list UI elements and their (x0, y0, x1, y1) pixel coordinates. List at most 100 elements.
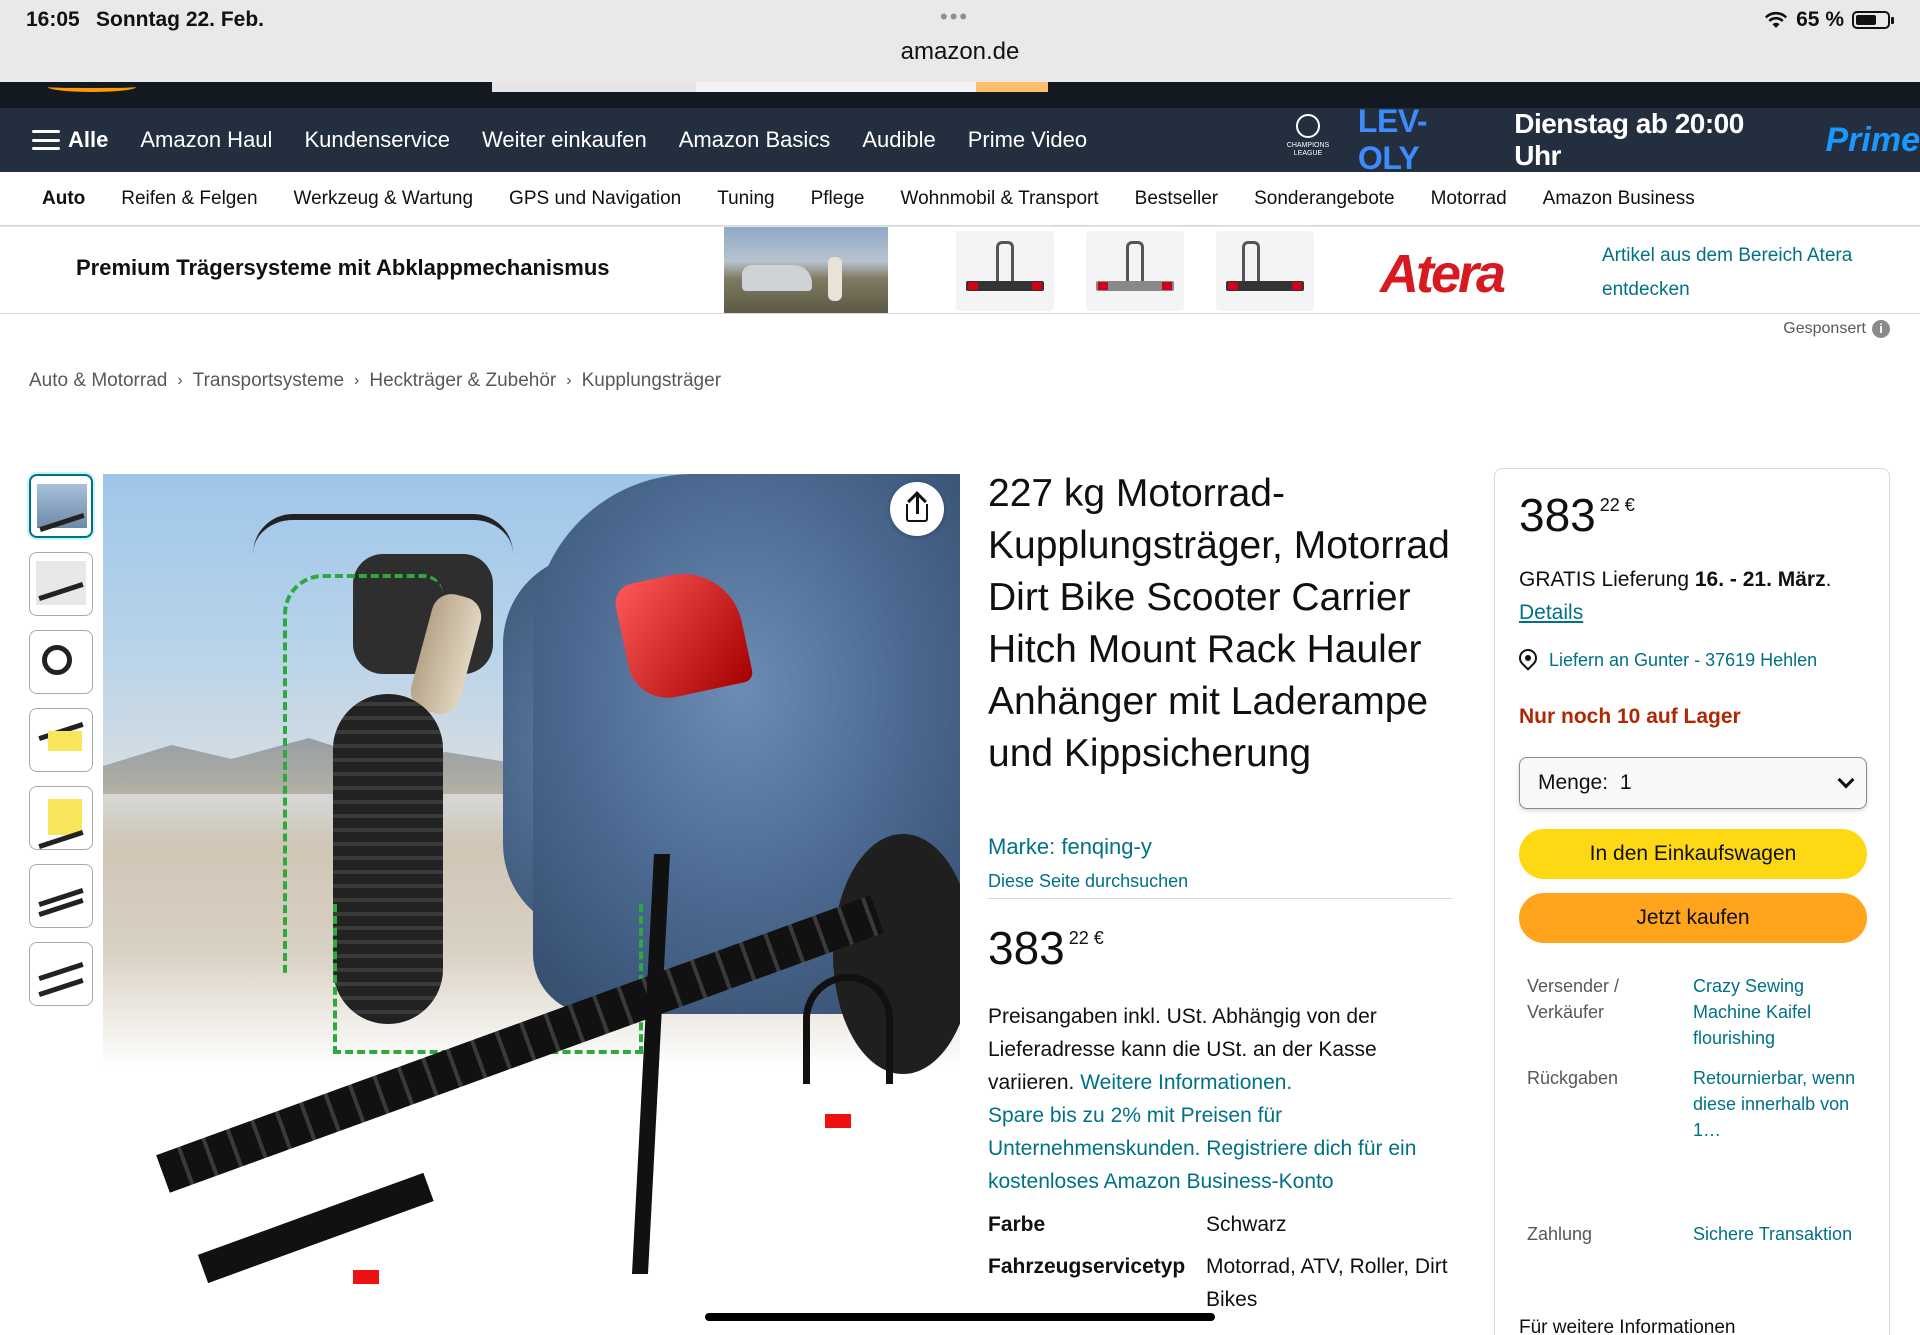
breadcrumb-item[interactable]: Kupplungsträger (582, 370, 721, 392)
hamburger-icon (32, 130, 60, 150)
subnav-item-motorrad[interactable]: Motorrad (1413, 188, 1525, 210)
location-text: Liefern an Gunter - 37619 Hehlen (1549, 649, 1818, 670)
promo-match: LEV-OLY (1357, 103, 1428, 176)
sponsored-label[interactable]: Gesponsert i (1783, 320, 1890, 338)
nav-item-amazon-basics[interactable]: Amazon Basics (663, 127, 847, 153)
delivery-info: GRATIS Lieferung 16. - 21. März. Details (1519, 563, 1879, 629)
search-button[interactable] (976, 82, 1048, 92)
status-indicators: 65 % (1764, 8, 1894, 32)
delivery-suffix: . (1825, 568, 1832, 591)
info-icon[interactable]: i (1872, 320, 1890, 338)
date: Sonntag 22. Feb. (96, 8, 265, 31)
nav-item-amazon-haul[interactable]: Amazon Haul (124, 127, 288, 153)
banner-product-image-3[interactable] (1216, 231, 1314, 311)
delivery-details-link[interactable]: Details (1519, 601, 1583, 624)
banner-product-image-2[interactable] (1086, 231, 1184, 311)
payment-link[interactable]: Sichere Transaktion (1693, 1221, 1863, 1247)
prime-logo: Prime (1825, 120, 1920, 159)
info-key: Zahlung (1527, 1224, 1593, 1244)
breadcrumb-item[interactable]: Transportsysteme (193, 370, 344, 392)
tax-more-link[interactable]: Weitere Informationen. (1080, 1071, 1292, 1094)
price-fraction: 22 € (1599, 495, 1635, 515)
amazon-logo[interactable] (48, 82, 136, 92)
buybox-price: 383 22 € (1519, 489, 1635, 541)
product-thumbnail-7[interactable] (29, 942, 93, 1006)
subnav-item-bestseller[interactable]: Bestseller (1117, 188, 1236, 210)
buy-now-button[interactable]: Jetzt kaufen (1519, 893, 1867, 943)
subnav-item-wohnmobil[interactable]: Wohnmobil & Transport (882, 188, 1116, 210)
search-bar[interactable] (492, 82, 1048, 92)
nav-item-kundenservice[interactable]: Kundenservice (288, 127, 466, 153)
nav-item-prime-video[interactable]: Prime Video (952, 127, 1103, 153)
spec-value: Motorrad, ATV, Roller, Dirt Bikes (1206, 1255, 1448, 1311)
browser-status-bar: 16:05 Sonntag 22. Feb. ••• amazon.de 65 … (0, 0, 1920, 82)
banner-product-image-1[interactable] (956, 231, 1054, 311)
prime-promo[interactable]: CHAMPIONS LEAGUE LEV-OLY Dienstag ab 20:… (1276, 103, 1920, 176)
all-menu-label: Alle (68, 127, 109, 152)
delivery-prefix: GRATIS Lieferung (1519, 568, 1690, 591)
product-thumbnail-1[interactable] (29, 474, 93, 538)
banner-brand-link[interactable]: Artikel aus dem Bereich Atera entdecken (1602, 239, 1872, 307)
subnav-item-gps[interactable]: GPS und Navigation (491, 188, 699, 210)
product-thumbnail-4[interactable] (29, 708, 93, 772)
subnav-item-auto[interactable]: Auto (24, 188, 103, 210)
all-menu-button[interactable]: Alle (0, 127, 124, 153)
buy-box: 383 22 € GRATIS Lieferung 16. - 21. März… (1494, 468, 1890, 1335)
more-info-text: Für weitere Informationen (1519, 1317, 1736, 1335)
spec-key: Farbe (988, 1213, 1046, 1236)
wifi-icon (1765, 11, 1788, 28)
subnav-item-tuning[interactable]: Tuning (699, 188, 792, 210)
subnav-item-amazon-business[interactable]: Amazon Business (1525, 188, 1713, 210)
more-dots-icon[interactable]: ••• (940, 4, 969, 30)
quantity-value: 1 (1619, 771, 1632, 794)
location-pin-icon (1515, 645, 1541, 671)
spec-row: Farbe Schwarz (988, 1208, 1456, 1241)
address-bar[interactable]: amazon.de (0, 38, 1920, 66)
product-title: 227 kg Motorrad-Kupplungsträger, Motorra… (988, 472, 1450, 775)
category-subnav: Auto Reifen & Felgen Werkzeug & Wartung … (0, 172, 1920, 226)
breadcrumb-item[interactable]: Heckträger & Zubehör (369, 370, 556, 392)
nav-item-weiter-einkaufen[interactable]: Weiter einkaufen (466, 127, 663, 153)
store-search-link[interactable]: Diese Seite durchsuchen (988, 871, 1188, 892)
subnav-item-sonderangebote[interactable]: Sonderangebote (1236, 188, 1413, 210)
delivery-location-link[interactable]: Liefern an Gunter - 37619 Hehlen (1515, 645, 1818, 671)
subnav-item-werkzeug[interactable]: Werkzeug & Wartung (276, 188, 492, 210)
business-link[interactable]: Spare bis zu 2% mit Preisen für Unterneh… (988, 1104, 1416, 1193)
banner-lifestyle-image[interactable] (724, 227, 888, 313)
home-indicator[interactable] (705, 1313, 1215, 1321)
subnav-item-reifen[interactable]: Reifen & Felgen (103, 188, 275, 210)
tax-info: Preisangaben inkl. USt. Abhängig von der… (988, 1000, 1458, 1198)
delivery-date: 16. - 21. März (1694, 568, 1826, 591)
battery-icon (1852, 11, 1894, 29)
spec-row: Fahrzeugservicetyp Motorrad, ATV, Roller… (988, 1250, 1456, 1316)
banner-title[interactable]: Premium Trägersysteme mit Abklappmechani… (76, 255, 610, 281)
champions-league-logo: CHAMPIONS LEAGUE (1276, 112, 1340, 168)
returns-info-row: Rückgaben Retournierbar, wenn diese inne… (1527, 1065, 1863, 1143)
product-thumbnail-2[interactable] (29, 552, 93, 616)
nav-item-audible[interactable]: Audible (846, 127, 951, 153)
product-main-image[interactable] (103, 474, 960, 1334)
product-thumbnail-5[interactable] (29, 786, 93, 850)
info-key: Rückgaben (1527, 1068, 1619, 1088)
seller-link[interactable]: Crazy Sewing Machine Kaifel flourishing (1693, 973, 1863, 1051)
sponsored-banner[interactable]: Premium Trägersysteme mit Abklappmechani… (0, 226, 1920, 314)
subnav-item-pflege[interactable]: Pflege (793, 188, 883, 210)
brand-link[interactable]: Marke: fenqing-y (988, 834, 1152, 860)
atera-logo[interactable]: Atera (1380, 243, 1506, 305)
info-key: Versender / Verkäufer (1527, 976, 1620, 1022)
quantity-label: Menge: (1538, 771, 1609, 794)
clock: 16:05 (26, 8, 80, 31)
breadcrumb-item[interactable]: Auto & Motorrad (29, 370, 167, 392)
chevron-right-icon: › (354, 372, 360, 389)
price-fraction: 22 € (1068, 928, 1104, 948)
product-thumbnail-3[interactable] (29, 630, 93, 694)
add-to-cart-button[interactable]: In den Einkaufswagen (1519, 829, 1867, 879)
promo-date: Dienstag ab 20:00 Uhr (1514, 108, 1744, 171)
share-button[interactable] (890, 482, 944, 536)
quantity-select[interactable]: Menge: 1 (1519, 757, 1867, 809)
price-whole: 383 (1519, 489, 1596, 541)
product-thumbnail-6[interactable] (29, 864, 93, 928)
returns-link[interactable]: Retournierbar, wenn diese innerhalb von … (1693, 1065, 1863, 1143)
chevron-right-icon: › (566, 372, 572, 389)
search-category[interactable] (492, 82, 696, 92)
